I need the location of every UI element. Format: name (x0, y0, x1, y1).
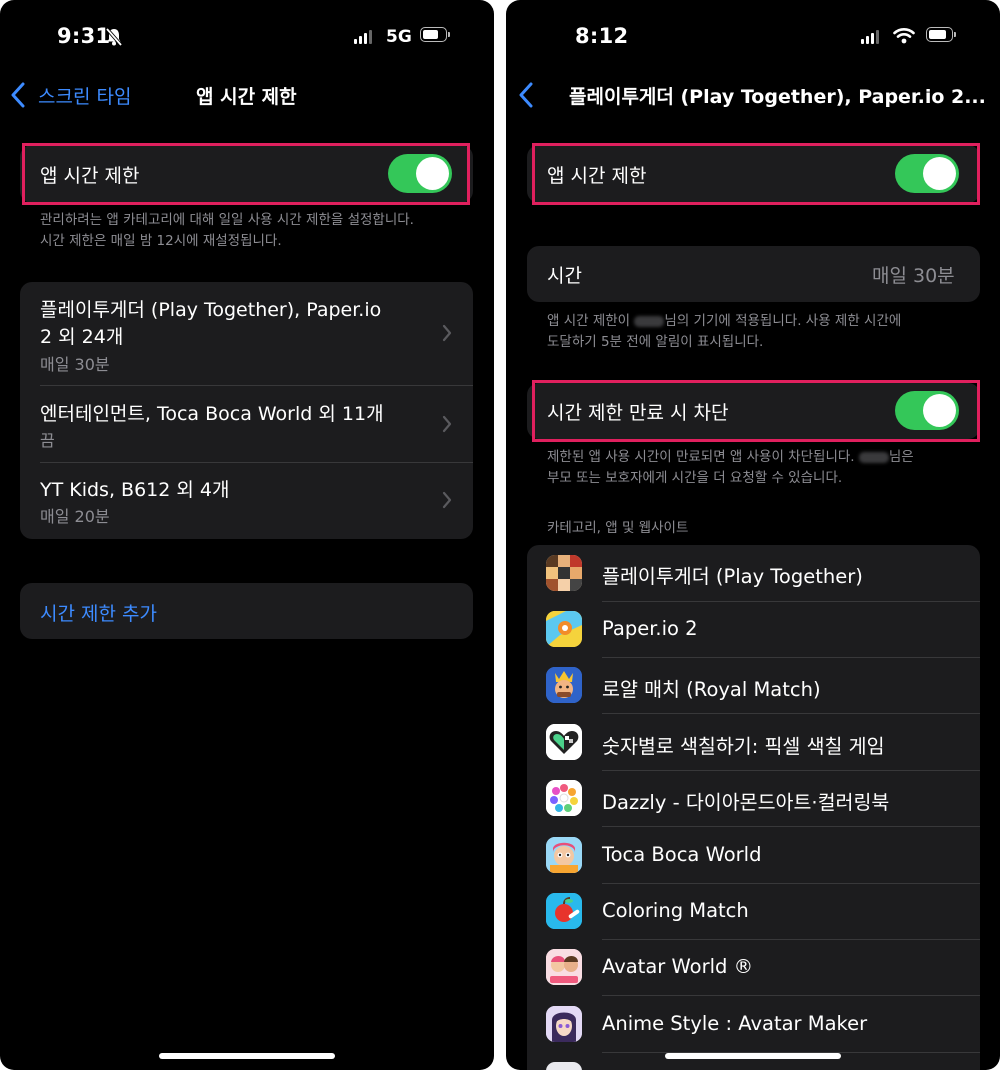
paperio-icon (546, 611, 582, 647)
chevron-right-icon (442, 491, 452, 509)
app-name: Coloring Match (602, 899, 749, 922)
divider (40, 385, 473, 386)
limit-subtitle: 끔 (40, 431, 55, 450)
app-name: Avatar World ® (602, 955, 754, 978)
limit-title-line2: 2 외 24개 (40, 326, 124, 348)
time-footnote-part2: 님의 기기에 적용됩니다. 사용 제한 시간에 (664, 313, 902, 329)
royal-match-icon (546, 667, 582, 703)
back-chevron-icon[interactable] (518, 82, 534, 108)
divider (40, 462, 473, 463)
block-footnote-part3: 부모 또는 보호자에게 시간을 더 요청할 수 있습니다. (547, 470, 843, 486)
add-limit-cell: 시간 제한 추가 (20, 583, 473, 639)
redacted-name (858, 451, 889, 463)
home-indicator[interactable] (665, 1053, 841, 1059)
divider (602, 601, 980, 602)
dazzly-icon (546, 780, 582, 816)
divider (602, 939, 980, 940)
app-name: Dazzly - 다이아몬드아트·컬러링북 (602, 791, 890, 814)
page-title: 앱 시간 제한 (196, 86, 297, 108)
nav-back-button[interactable]: 스크린 타임 (38, 82, 131, 109)
block-footnote-part1: 제한된 앱 사용 시간이 만료되면 앱 사용이 차단됩니다. (547, 449, 855, 465)
network-type: 5G (386, 27, 412, 47)
app-name: 로얄 매치 (Royal Match) (602, 678, 821, 701)
time-label: 시간 (547, 265, 582, 287)
block-footnote: 제한된 앱 사용 시간이 만료되면 앱 사용이 차단됩니다. 님은 부모 또는 … (547, 447, 967, 489)
app-icon-partial (546, 1062, 582, 1070)
divider (602, 657, 980, 658)
block-footnote-part2: 님은 (888, 449, 914, 465)
time-footnote-part1: 앱 시간 제한이 (547, 313, 631, 329)
app-name: 숫자별로 색칠하기: 픽셀 색칠 게임 (602, 735, 885, 758)
battery-icon (926, 27, 956, 42)
limit-subtitle: 매일 30분 (40, 355, 110, 374)
page-title: 플레이투게더 (Play Together), Paper.io 2... (569, 86, 986, 108)
time-footnote: 앱 시간 제한이 님의 기기에 적용됩니다. 사용 제한 시간에 도달하기 5분… (547, 311, 967, 353)
limit-title: 엔터테인먼트, Toca Boca World 외 11개 (40, 403, 384, 425)
limit-title: YT Kids, B612 외 4개 (40, 479, 230, 501)
toca-boca-icon (546, 837, 582, 873)
right-phone-screen: 8:12 플레이투게더 (Play Together), Paper.io 2.… (506, 0, 1000, 1070)
avatar-world-icon (546, 949, 582, 985)
chevron-right-icon (442, 415, 452, 433)
limits-list: 플레이투게더 (Play Together), Paper.io 2 외 24개… (20, 282, 473, 539)
highlight-box (22, 143, 470, 205)
coloring-match-icon (546, 893, 582, 929)
app-name: 플레이투게더 (Play Together) (602, 565, 863, 588)
time-value: 매일 30분 (872, 265, 955, 287)
divider (602, 826, 980, 827)
divider (602, 713, 980, 714)
chevron-right-icon (442, 324, 452, 342)
time-row[interactable]: 시간 매일 30분 (527, 246, 980, 302)
status-time: 9:31 (57, 24, 111, 48)
add-limit-button[interactable]: 시간 제한 추가 (40, 599, 157, 626)
back-chevron-icon[interactable] (10, 82, 26, 108)
app-name: Anime Style : Avatar Maker (602, 1012, 868, 1035)
section-header: 카테고리, 앱 및 웹사이트 (547, 520, 689, 536)
bell-slash-icon (105, 27, 123, 47)
limit-subtitle: 매일 20분 (40, 507, 110, 526)
status-time: 8:12 (575, 24, 629, 48)
divider (602, 883, 980, 884)
battery-icon (420, 27, 450, 42)
left-phone-screen: 9:31 5G 스크린 타임 앱 시간 제한 앱 시간 제한 관리하려는 앱 카… (0, 0, 494, 1070)
divider (602, 995, 980, 996)
apps-list: 플레이투게더 (Play Together) Paper.io 2 로얄 매치 … (527, 545, 980, 1070)
app-name: Toca Boca World (602, 843, 762, 866)
highlight-box (532, 380, 980, 442)
cellular-signal-icon (354, 30, 372, 44)
time-footnote-part3: 도달하기 5분 전에 알림이 표시됩니다. (547, 334, 764, 350)
highlight-box (532, 143, 980, 205)
divider (602, 770, 980, 771)
redacted-name (634, 315, 665, 327)
limit-title: 플레이투게더 (Play Together), Paper.io (40, 299, 382, 321)
home-indicator[interactable] (159, 1053, 335, 1059)
cellular-signal-icon (861, 30, 879, 44)
wifi-icon (893, 28, 915, 44)
pixel-heart-icon (546, 724, 582, 760)
app-name: Paper.io 2 (602, 617, 698, 640)
toggle-footnote: 관리하려는 앱 카테고리에 대해 일일 사용 시간 제한을 설정합니다. 시간 … (40, 212, 414, 249)
anime-style-icon (546, 1006, 582, 1042)
play-together-icon (546, 555, 582, 591)
